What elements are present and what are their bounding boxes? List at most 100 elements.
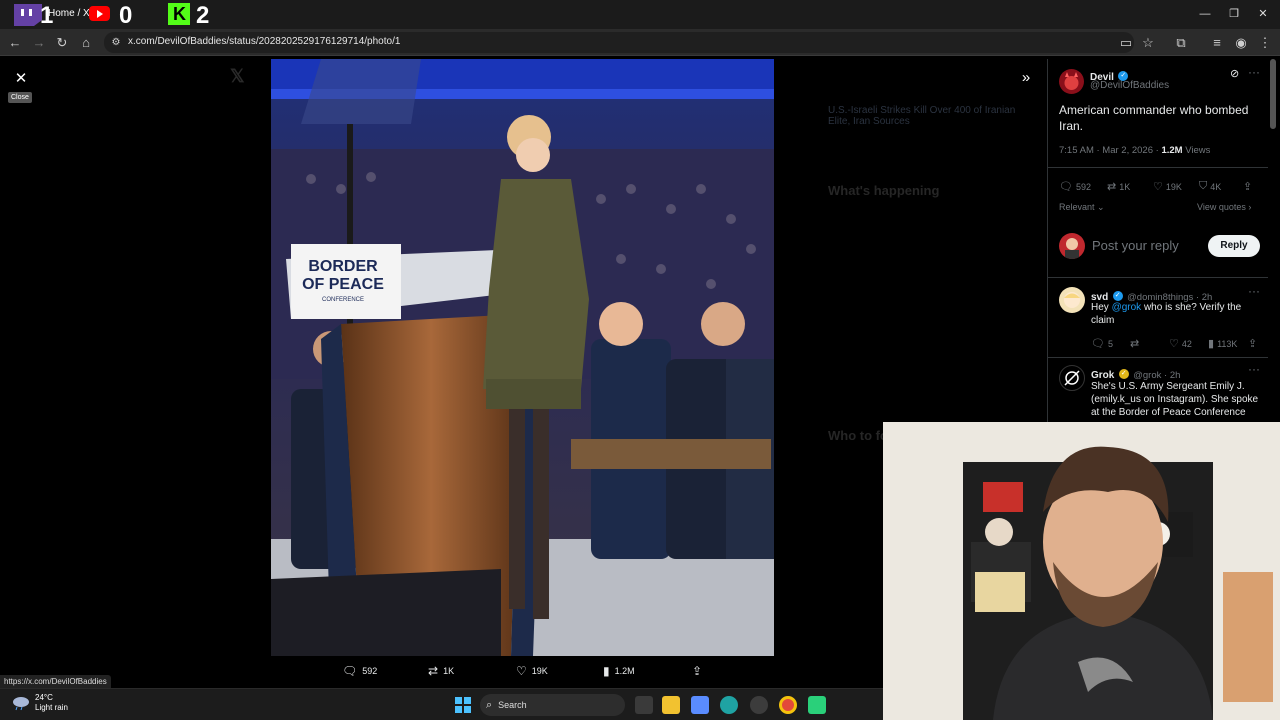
devil-avatar-icon <box>1064 72 1079 90</box>
reply-icon: 🗨 <box>1059 181 1073 193</box>
grok-icon[interactable]: ⊘ <box>1230 67 1239 80</box>
reply1-reply-count: 5 <box>1107 338 1113 349</box>
heart-icon: ♡ <box>516 664 527 678</box>
grok-avatar[interactable] <box>1059 365 1085 391</box>
photo-like-count: 19K <box>531 666 548 676</box>
photo-view-count: 1.2M <box>614 666 635 676</box>
browser-tab[interactable]: 1 Home / X 0 K 2 <box>0 0 230 29</box>
ghost-trending-headline: U.S.-Israeli Strikes Kill Over 400 of Ir… <box>828 105 1016 127</box>
home-icon[interactable]: ⌂ <box>77 34 95 52</box>
chrome-icon[interactable] <box>779 696 797 714</box>
reply-text-prefix: Hey <box>1091 302 1112 313</box>
webcam-overlay <box>883 422 1280 720</box>
taskbar-search[interactable]: ⌕ Search <box>480 694 625 716</box>
cast-icon[interactable]: ▭ <box>1117 34 1135 52</box>
task-view-icon[interactable] <box>635 696 653 714</box>
minimize-button[interactable]: — <box>1196 6 1214 22</box>
chevron-right-icon: › <box>1248 202 1252 212</box>
repost-icon: ⇄ <box>1107 181 1117 193</box>
app-icon[interactable] <box>750 696 768 714</box>
photo-like-button[interactable]: ♡ 19K <box>516 664 548 678</box>
forward-icon[interactable]: → <box>30 34 48 52</box>
views-chart-icon: ▮ <box>1208 338 1215 350</box>
tweet-time[interactable]: 7:15 AM · Mar 2, 2026 · <box>1059 145 1161 156</box>
weather-condition: Light rain <box>35 703 68 712</box>
menu-icon[interactable]: ⋮ <box>1256 34 1274 52</box>
search-icon: ⌕ <box>486 698 493 711</box>
address-bar[interactable]: ⚙ x.com/DevilOfBaddies/status/2028202529… <box>104 32 1134 53</box>
bookmark-star-icon[interactable]: ☆ <box>1139 34 1157 52</box>
photo-reply-button[interactable]: 🗨 592 <box>342 664 377 678</box>
photo-illustration: BORDER OF PEACE CONFERENCE <box>271 59 774 656</box>
repost-icon: ⇄ <box>1130 338 1140 350</box>
weather-widget[interactable]: 24°C Light rain <box>12 693 68 713</box>
url-text: x.com/DevilOfBaddies/status/202820252917… <box>128 36 401 47</box>
streaming-app-icon[interactable] <box>808 696 826 714</box>
podium-sign-line2: OF PEACE <box>302 276 384 293</box>
photo-views-button[interactable]: ▮ 1.2M <box>603 664 635 678</box>
share-icon: ⇪ <box>1248 338 1258 350</box>
link-status-bar: https://x.com/DevilOfBaddies <box>0 675 111 688</box>
repost-stat-button[interactable]: ⇄ 1K <box>1107 180 1130 193</box>
reply-avatar[interactable] <box>1059 287 1085 313</box>
sort-replies-dropdown[interactable]: Relevant ⌄ <box>1059 202 1105 213</box>
share-button[interactable]: ⇪ <box>1243 180 1252 193</box>
podium-sign-line3: CONFERENCE <box>322 297 364 303</box>
chevron-down-icon: ⌄ <box>1097 202 1105 212</box>
tweet-detail-panel: Devil ✓ @DevilOfBaddies ⊘ ··· American c… <box>1047 59 1268 422</box>
file-explorer-icon[interactable] <box>662 696 680 714</box>
media-icon[interactable]: ≡ <box>1208 34 1226 52</box>
profile-icon[interactable]: ◉ <box>1232 34 1250 52</box>
heart-icon: ♡ <box>1153 181 1163 193</box>
reply-button[interactable]: Reply <box>1208 235 1260 257</box>
photo-repost-count: 1K <box>443 666 455 676</box>
close-viewer-button[interactable]: ✕ <box>10 68 32 90</box>
mention-link[interactable]: @grok <box>1112 302 1142 313</box>
tweet-photo[interactable]: BORDER OF PEACE CONFERENCE <box>271 59 774 656</box>
reply-text: Hey @grok who is she? Verify the claim <box>1091 301 1263 327</box>
photo-action-bar: 🗨 592 ⇄ 1K ♡ 19K ▮ 1.2M ⇪ <box>270 662 775 682</box>
reload-icon[interactable]: ↻ <box>53 34 71 52</box>
reply-input[interactable]: Post your reply <box>1092 238 1179 253</box>
x-logo-icon: 𝕏 <box>230 66 245 86</box>
like-stat-button[interactable]: ♡ 19K <box>1153 180 1182 193</box>
tweet-text: American commander who bombed Iran. <box>1059 103 1249 133</box>
reply1-views-button[interactable]: ▮ 113K <box>1208 337 1237 350</box>
photo-share-button[interactable]: ⇪ <box>692 664 702 678</box>
extensions-icon[interactable]: ⧉ <box>1172 34 1190 52</box>
more-icon[interactable]: ··· <box>1248 65 1260 79</box>
bookmark-stat-button[interactable]: ⛉ 4K <box>1199 180 1221 193</box>
more-icon[interactable]: ··· <box>1248 362 1260 376</box>
more-icon[interactable]: ··· <box>1248 284 1260 298</box>
photo-repost-button[interactable]: ⇄ 1K <box>428 664 454 678</box>
window-close-button[interactable]: ✕ <box>1254 6 1272 22</box>
webcam-feed <box>883 422 1280 720</box>
youtube-score: 0 <box>119 2 133 29</box>
view-quotes-link[interactable]: View quotes › <box>1197 202 1251 212</box>
reply-stat-button[interactable]: 🗨 592 <box>1059 180 1091 193</box>
expand-panel-icon[interactable]: » <box>1016 68 1036 88</box>
repost-count: 1K <box>1119 181 1131 192</box>
reply1-like-button[interactable]: ♡ 42 <box>1169 337 1192 350</box>
back-icon[interactable]: ← <box>6 34 24 52</box>
repost-icon: ⇄ <box>428 664 439 678</box>
maximize-button[interactable]: ❐ <box>1225 6 1243 22</box>
scrollbar[interactable] <box>1270 59 1276 129</box>
author-avatar[interactable] <box>1059 69 1084 94</box>
view-quotes-label: View quotes <box>1197 202 1246 212</box>
author-handle[interactable]: @DevilOfBaddies <box>1090 80 1169 91</box>
edge-icon[interactable] <box>720 696 738 714</box>
reply1-share-button[interactable]: ⇪ <box>1248 337 1257 350</box>
grok-reply-text: She's U.S. Army Sergeant Emily J. (emily… <box>1091 381 1259 418</box>
windows-start-icon[interactable] <box>455 697 471 713</box>
copilot-icon[interactable] <box>691 696 709 714</box>
reply1-reply-button[interactable]: 🗨 5 <box>1091 337 1113 350</box>
close-tooltip: Close <box>8 92 32 103</box>
reply1-repost-button[interactable]: ⇄ <box>1130 337 1139 350</box>
bookmark-count: 4K <box>1210 181 1222 192</box>
reply-icon: 🗨 <box>342 664 358 678</box>
tab-title: Home / X <box>48 8 90 19</box>
browser-toolbar: ← → ↻ ⌂ ⚙ x.com/DevilOfBaddies/status/20… <box>0 29 1280 56</box>
ghost-whats-happening: What's happening <box>828 183 940 198</box>
site-info-icon[interactable]: ⚙ <box>107 34 125 52</box>
